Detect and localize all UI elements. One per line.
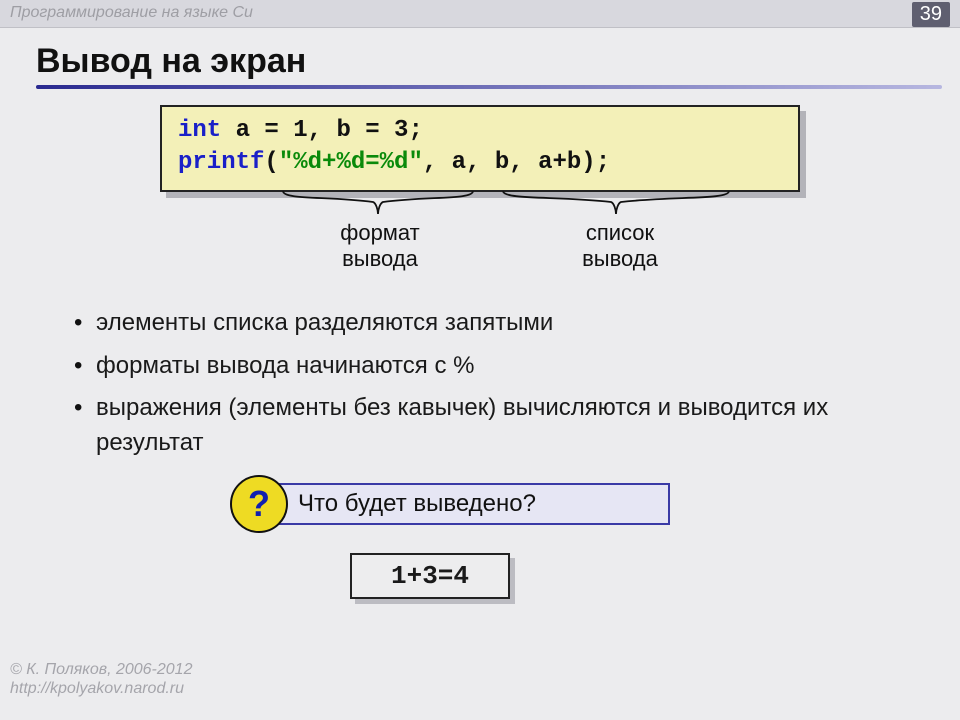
question-box: Что будет выведено? [266,483,670,525]
keyword-printf: printf [178,149,264,176]
label-format: формат вывода [330,220,430,273]
annotation-labels: формат вывода список вывода [160,220,800,300]
brace-row [160,192,800,222]
code-line2-rest: , a, b, a+b); [423,149,610,176]
list-item: выражения (элементы без кавычек) вычисля… [70,391,930,461]
label-format-l1: формат [340,220,420,245]
code-block: int a = 1, b = 3; printf("%d+%d=%d", a, … [160,105,800,192]
footer-url: http://kpolyakov.narod.ru [10,680,184,697]
footer-author: © К. Поляков, 2006-2012 [10,661,192,678]
footer: © К. Поляков, 2006-2012 http://kpolyakov… [10,660,192,698]
bullet-list: элементы списка разделяются запятыми фор… [30,306,930,461]
list-item: элементы списка разделяются запятыми [70,306,930,341]
question-mark-icon: ? [230,475,288,533]
brace-list-icon [498,188,734,218]
answer-block: 1+3=4 [350,553,510,599]
question-text: Что будет выведено? [298,490,536,518]
format-string: "%d+%d=%d" [279,149,423,176]
header-bar: Программирование на языке Си 39 [0,0,960,28]
brace-format-icon [278,188,478,218]
label-list-l2: вывода [582,246,658,271]
list-item: форматы вывода начинаются с % [70,349,930,384]
answer-box: 1+3=4 [350,553,510,599]
slide-title: Вывод на экран [36,42,960,81]
code-line1-rest: a = 1, b = 3; [221,117,423,144]
keyword-int: int [178,117,221,144]
label-list-l1: список [586,220,654,245]
label-list: список вывода [570,220,670,273]
code-line-1: int a = 1, b = 3; [178,115,782,147]
title-underline [36,85,942,89]
label-format-l2: вывода [342,246,418,271]
code-box: int a = 1, b = 3; printf("%d+%d=%d", a, … [160,105,800,192]
question-block: Что будет выведено? ? [230,479,670,531]
page-number: 39 [912,2,950,27]
paren-open: ( [264,149,278,176]
question-mark: ? [248,483,270,525]
header-topic: Программирование на языке Си [10,4,253,22]
code-line-2: printf("%d+%d=%d", a, b, a+b); [178,147,782,179]
